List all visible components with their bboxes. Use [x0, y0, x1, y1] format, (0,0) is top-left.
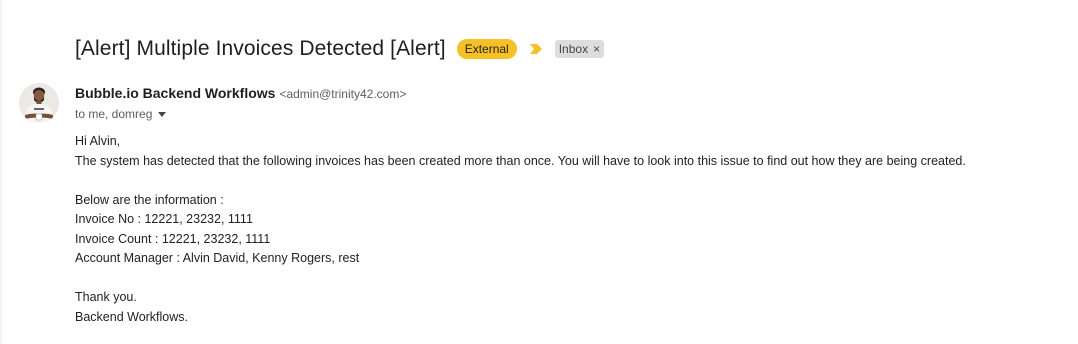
body-signature: Backend Workflows. — [75, 309, 189, 324]
sender-avatar[interactable] — [19, 83, 59, 123]
body-thanks: Thank you. — [75, 290, 137, 304]
inbox-label[interactable]: Inbox × — [554, 40, 605, 58]
body-line: The system has detected that the followi… — [75, 153, 966, 168]
body-invoice-no: Invoice No : 12221, 23232, 1111 — [75, 212, 253, 226]
subject-row: [Alert] Multiple Invoices Detected [Aler… — [75, 34, 605, 64]
sender-name[interactable]: Bubble.io Backend Workflows — [75, 85, 275, 101]
importance-marker-icon[interactable] — [529, 43, 543, 55]
body-info-header: Below are the information : — [75, 192, 224, 207]
sender-row: Bubble.io Backend Workflows <admin@trini… — [75, 85, 406, 103]
remove-label-icon[interactable]: × — [593, 43, 600, 55]
email-subject: [Alert] Multiple Invoices Detected [Aler… — [75, 37, 446, 60]
email-body: Hi Alvin, The system has detected that t… — [75, 132, 1065, 327]
inbox-label-text: Inbox — [558, 42, 589, 56]
chevron-down-icon[interactable] — [158, 111, 167, 117]
body-invoice-count: Invoice Count : 12221, 23232, 1111 — [75, 231, 271, 246]
external-badge: External — [456, 39, 517, 59]
email-view: [Alert] Multiple Invoices Detected [Aler… — [0, 0, 1078, 344]
left-edge-divider — [0, 0, 2, 344]
recipients-row: to me, domreg — [75, 106, 167, 122]
recipients-text: to me, domreg — [75, 107, 153, 121]
body-account-manager: Account Manager : Alvin David, Kenny Rog… — [75, 251, 360, 265]
body-greeting: Hi Alvin, — [75, 134, 121, 148]
sender-email: <admin@trinity42.com> — [279, 87, 407, 101]
